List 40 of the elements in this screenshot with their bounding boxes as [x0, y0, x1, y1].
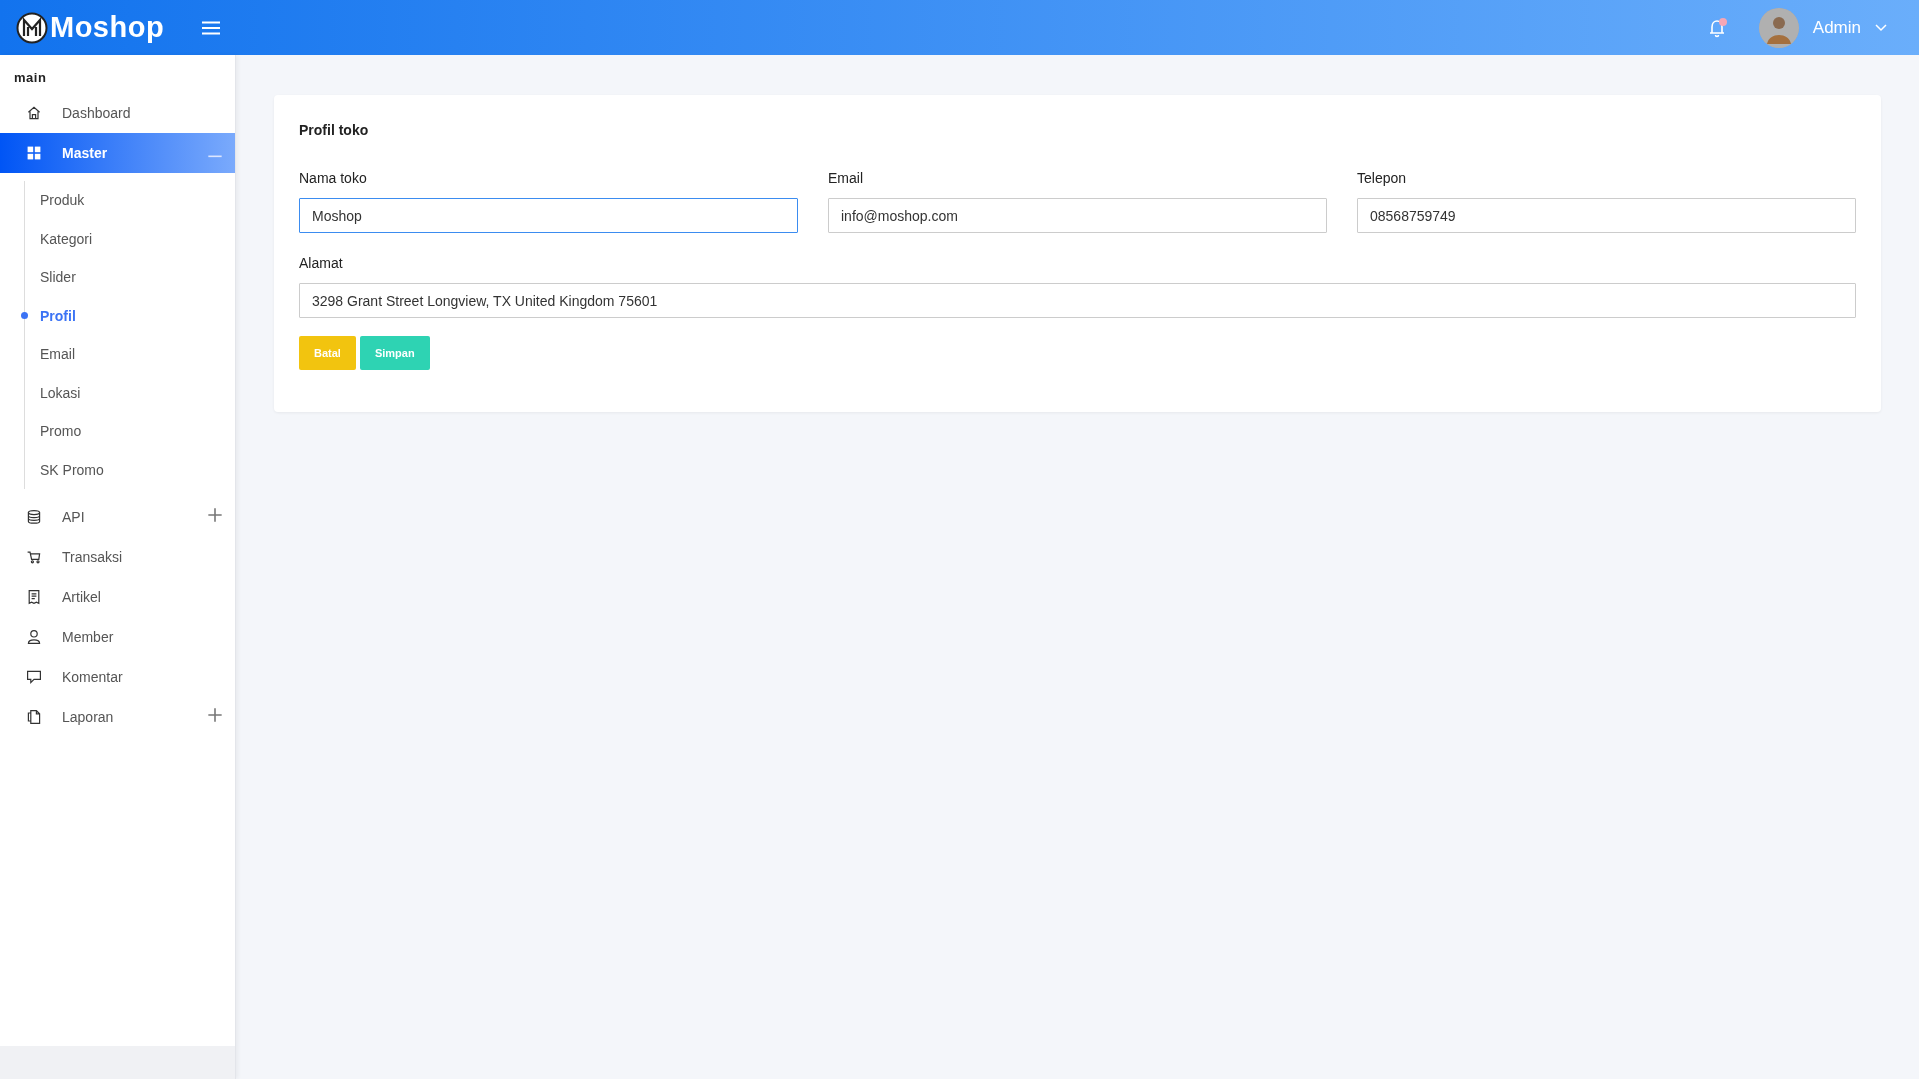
sidebar-item[interactable]: Master [0, 133, 235, 173]
field-label: Telepon [1357, 170, 1408, 186]
sidebar-item[interactable]: Artikel [0, 577, 235, 617]
sidebar-item[interactable]: Member [0, 617, 235, 657]
input-field[interactable]: info@moshop.com [828, 198, 1327, 233]
submenu-item[interactable]: Lokasi [25, 373, 235, 412]
chat-icon [26, 669, 42, 685]
brand-name: Moshop [50, 11, 165, 44]
avatar-icon[interactable] [1758, 7, 1799, 48]
menu-icon[interactable] [202, 20, 221, 35]
input-field[interactable]: 08568759749 [1357, 198, 1856, 233]
submenu-item[interactable]: Kategori [25, 219, 235, 258]
field-label: Email [828, 170, 864, 186]
submenu-item[interactable]: Email [25, 335, 235, 374]
logo-icon [16, 11, 48, 44]
submenu-item[interactable]: Promo [25, 412, 235, 451]
sidebar-item[interactable]: Laporan [0, 697, 235, 737]
sidebar-item[interactable]: API [0, 497, 235, 537]
user-icon [26, 629, 42, 645]
sidebar-item[interactable]: Transaksi [0, 537, 235, 577]
field-label: Alamat [299, 255, 344, 271]
submenu-item[interactable]: SK Promo [25, 450, 235, 489]
database-icon [26, 509, 42, 525]
receipt-icon [26, 589, 42, 605]
home-icon [26, 105, 42, 121]
chevron-down-icon[interactable] [1875, 23, 1887, 32]
input-field[interactable]: 3298 Grant Street Longview, TX United Kingdom 75601 [299, 283, 1856, 318]
submenu-item[interactable]: Slider [25, 258, 235, 297]
submenu-item[interactable]: Produk [25, 181, 235, 220]
active-dot-icon [21, 312, 28, 320]
sidebar-item[interactable]: Dashboard [0, 93, 235, 133]
cart-icon [26, 549, 42, 565]
files-icon [26, 709, 42, 725]
submenu-item[interactable]: Profil [25, 296, 235, 335]
grid-icon [26, 145, 42, 161]
field-label: Nama toko [299, 170, 368, 186]
card-title: Profil toko [299, 122, 370, 138]
input-field[interactable]: Moshop [299, 198, 798, 233]
section-label: main [13, 69, 48, 87]
sidebar-item[interactable]: Komentar [0, 657, 235, 697]
